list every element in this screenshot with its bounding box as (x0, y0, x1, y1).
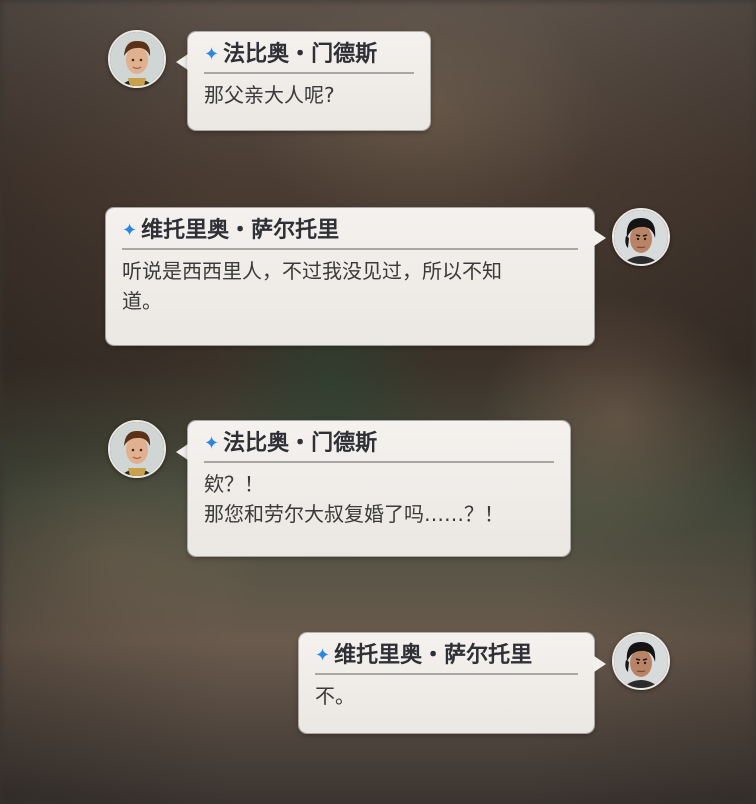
bubble-tail (594, 230, 606, 246)
dialogue-line: 那父亲大人呢? (204, 83, 335, 107)
bubble-tail (176, 54, 188, 70)
dialogue-line: 不。 (315, 684, 355, 708)
sparkle-star-icon: ✦ (204, 433, 220, 454)
speech-bubble: ✦ 维托里奥・萨尔托里 听说是西西里人，不过我没见过，所以不知 道。 (106, 208, 594, 345)
speaker-name-row: ✦ 维托里奥・萨尔托里 (315, 643, 578, 675)
dialogue-text: 那父亲大人呢? (204, 80, 414, 110)
sparkle-star-icon: ✦ (204, 44, 220, 65)
bubble-tail (176, 444, 188, 460)
speaker-name-row: ✦ 维托里奥・萨尔托里 (122, 218, 578, 250)
speaker-name-row: ✦ 法比奥・门德斯 (204, 431, 554, 463)
speaker-name: 法比奥・门德斯 (223, 431, 378, 456)
speaker-name-row: ✦ 法比奥・门德斯 (204, 42, 414, 74)
vittorio-avatar (612, 208, 670, 266)
speaker-name: 维托里奥・萨尔托里 (334, 643, 533, 668)
speech-bubble: ✦ 维托里奥・萨尔托里 不。 (299, 633, 594, 733)
dialogue-text: 不。 (315, 681, 578, 711)
dialogue-line: 听说是西西里人，不过我没见过，所以不知 (122, 259, 502, 283)
sparkle-star-icon: ✦ (315, 645, 331, 666)
dialogue-line: 欸？！ (204, 472, 264, 496)
dialogue-text: 听说是西西里人，不过我没见过，所以不知 道。 (122, 256, 578, 316)
sparkle-star-icon: ✦ (122, 220, 138, 241)
speaker-name: 法比奥・门德斯 (223, 42, 378, 67)
dialogue-line: 道。 (122, 289, 162, 313)
speaker-name: 维托里奥・萨尔托里 (141, 218, 340, 243)
dialogue-line: 那您和劳尔大叔复婚了吗……？！ (204, 502, 504, 526)
dialogue-text: 欸？！ 那您和劳尔大叔复婚了吗……？！ (204, 469, 554, 529)
speech-bubble: ✦ 法比奥・门德斯 那父亲大人呢? (188, 32, 430, 130)
speech-bubble: ✦ 法比奥・门德斯 欸？！ 那您和劳尔大叔复婚了吗……？！ (188, 421, 570, 556)
vittorio-avatar (612, 632, 670, 690)
fabio-avatar (108, 30, 166, 88)
bubble-tail (594, 656, 606, 672)
fabio-avatar (108, 420, 166, 478)
